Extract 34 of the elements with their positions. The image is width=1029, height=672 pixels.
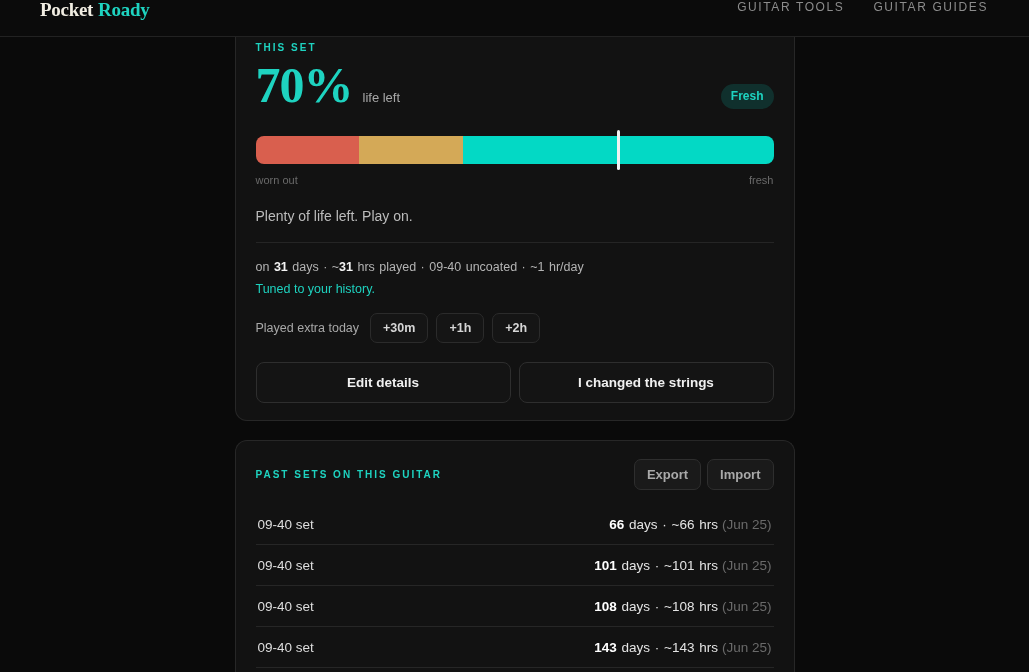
history-note: Tuned to your history.: [255, 281, 376, 297]
import-button[interactable]: Import: [707, 459, 774, 490]
life-caption: life left: [362, 90, 401, 105]
export-button[interactable]: Export: [633, 459, 702, 490]
set-name: 09-40 set: [257, 598, 314, 614]
set-summary: 108 days · ~108 hrs: [594, 598, 718, 614]
set-name: 09-40 set: [257, 516, 314, 532]
set-summary: 101 days · ~101 hrs: [594, 557, 718, 573]
nav-link[interactable]: GUITAR TOOLS: [737, 0, 845, 14]
section-title: PAST SETS ON THIS GUITAR: [255, 469, 443, 480]
scale-label: fresh: [749, 174, 774, 186]
add-time-button[interactable]: +1h: [436, 313, 485, 343]
section-label: THIS SET: [255, 42, 318, 54]
set-summary: 143 days · ~143 hrs: [594, 639, 718, 655]
set-date: (Jun 25): [721, 516, 772, 532]
brand-name-accent[interactable]: Roady: [98, 0, 150, 20]
set-date: (Jun 25): [721, 557, 772, 573]
strings-changed-button[interactable]: I changed the strings: [518, 362, 774, 403]
add-time-button[interactable]: +30m: [370, 313, 429, 343]
brand-name[interactable]: Pocket: [40, 0, 94, 20]
scale-label: worn out: [255, 174, 298, 186]
set-name: 09-40 set: [257, 557, 314, 573]
usage-stats: on 31 days · ~31 hrs played · 09-40 uncoated · ~1 hr/day: [255, 259, 585, 275]
status-message: Plenty of life left. Play on.: [255, 208, 414, 224]
set-summary: 66 days · ~66 hrs: [609, 516, 718, 532]
extra-label: Played extra today: [255, 321, 360, 335]
status-badge: Fresh: [720, 84, 774, 109]
life-percent: 70%: [255, 62, 353, 108]
set-name: 09-40 set: [257, 639, 314, 655]
edit-details-button[interactable]: Edit details: [255, 362, 511, 403]
set-date: (Jun 25): [721, 639, 772, 655]
set-date: (Jun 25): [721, 598, 772, 614]
add-time-button[interactable]: +2h: [492, 313, 541, 343]
nav-link[interactable]: GUITAR GUIDES: [873, 0, 988, 14]
